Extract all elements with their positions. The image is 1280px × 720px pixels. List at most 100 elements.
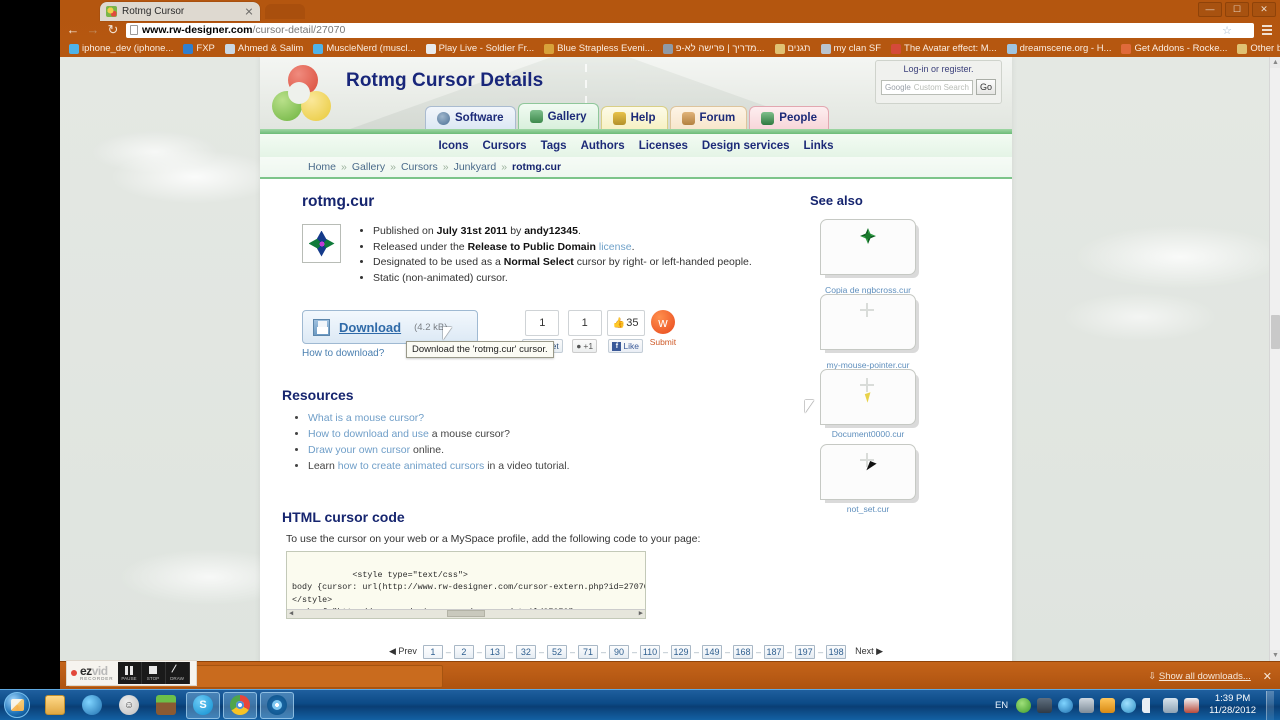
scroll-up-arrow[interactable]: ▲ xyxy=(1270,57,1280,68)
taskbar-google-chrome[interactable] xyxy=(223,691,257,719)
breadcrumb-cursors[interactable]: Cursors xyxy=(401,161,438,173)
close-icon[interactable]: ✕ xyxy=(1263,670,1272,683)
bookmark-item[interactable]: Blue Strapless Eveni... xyxy=(539,41,658,56)
subnav-licenses[interactable]: Licenses xyxy=(639,140,688,152)
see-also-item[interactable]: my-mouse-pointer.cur xyxy=(820,294,916,370)
page-link-2[interactable]: 2 xyxy=(453,644,474,659)
see-also-item[interactable]: Copia de ngbcross.cur xyxy=(820,219,916,295)
update-icon[interactable] xyxy=(1100,697,1116,713)
taskbar-daemon-tools[interactable] xyxy=(260,691,294,719)
scroll-left-arrow[interactable]: ◀ xyxy=(289,609,293,618)
scroll-down-arrow[interactable]: ▼ xyxy=(1270,650,1280,661)
show-all-downloads-link[interactable]: ⇩ Show all downloads... xyxy=(1148,671,1251,682)
stumbleupon-icon[interactable]: w xyxy=(650,310,675,335)
breadcrumb-home[interactable]: Home xyxy=(308,161,336,173)
page-link-110[interactable]: 110 xyxy=(640,644,660,659)
subnav-cursors[interactable]: Cursors xyxy=(482,140,526,152)
back-arrow-icon[interactable]: ← xyxy=(66,23,80,37)
bookmark-item[interactable]: dreamscene.org - H... xyxy=(1002,41,1117,56)
taskbar-skype[interactable]: S xyxy=(186,691,220,719)
show-desktop-button[interactable] xyxy=(1266,690,1274,720)
scroll-right-arrow[interactable]: ▶ xyxy=(639,609,643,618)
page-scrollbar[interactable]: ▲ ▼ xyxy=(1269,57,1280,661)
bookmark-item[interactable]: The Avatar effect: M... xyxy=(886,41,1002,56)
page-link-149[interactable]: 149 xyxy=(702,644,723,659)
tab-help[interactable]: Help xyxy=(600,106,668,129)
network-icon[interactable] xyxy=(1163,697,1179,713)
volume-icon[interactable] xyxy=(1184,697,1200,713)
tab-close-icon[interactable] xyxy=(244,7,254,17)
breadcrumb-junkyard[interactable]: Junkyard xyxy=(454,161,497,173)
tab-gallery[interactable]: Gallery xyxy=(517,103,599,129)
subnav-icons[interactable]: Icons xyxy=(438,140,468,152)
tab-people[interactable]: People xyxy=(749,106,829,129)
html-code-box[interactable]: <style type="text/css"> body {cursor: ur… xyxy=(286,550,646,619)
see-also-item[interactable]: Document0000.cur xyxy=(820,369,916,439)
taskbar-dog-app[interactable]: ☺ xyxy=(112,692,146,719)
subnav-links[interactable]: Links xyxy=(804,140,834,152)
address-bar[interactable]: www.rw-designer.com/cursor-detail/27070 … xyxy=(126,22,1254,38)
page-link-13[interactable]: 13 xyxy=(484,644,505,659)
page-link-71[interactable]: 71 xyxy=(577,644,598,659)
bookmark-item[interactable]: Ahmed & Salim xyxy=(220,41,308,56)
facebook-like-button[interactable]: f Like xyxy=(608,339,643,354)
browser-tab[interactable]: Rotmg Cursor xyxy=(100,2,260,21)
page-link-52[interactable]: 52 xyxy=(546,644,567,659)
page-link-198[interactable]: 198 xyxy=(826,644,847,659)
screenshot-icon[interactable] xyxy=(1037,697,1053,713)
subnav-tags[interactable]: Tags xyxy=(541,140,567,152)
code-horizontal-scrollbar[interactable]: ◀ ▶ xyxy=(287,608,645,618)
login-register-link[interactable]: Log-in or register. xyxy=(881,64,996,74)
resource-link-3[interactable]: Draw your own cursor xyxy=(308,444,410,456)
windows-start-orb[interactable] xyxy=(4,692,30,718)
bookmark-item[interactable]: Play Live - Soldier Fr... xyxy=(421,41,540,56)
page-link-90[interactable]: 90 xyxy=(608,644,629,659)
bookmark-item[interactable]: my clan SF xyxy=(816,41,887,56)
page-link-168[interactable]: 168 xyxy=(733,644,754,659)
subnav-authors[interactable]: Authors xyxy=(581,140,625,152)
next-page-button[interactable]: Next ▶ xyxy=(849,646,889,657)
security-icon[interactable] xyxy=(1058,697,1074,713)
page-scroll-thumb[interactable] xyxy=(1271,315,1280,349)
language-indicator[interactable]: EN xyxy=(995,700,1008,711)
bookmark-item[interactable]: FXP xyxy=(178,41,219,56)
tab-software[interactable]: Software xyxy=(425,106,516,129)
close-button[interactable]: ✕ xyxy=(1252,2,1276,17)
flag-icon[interactable] xyxy=(1142,697,1158,713)
ezvid-draw-button[interactable]: DRAW xyxy=(166,662,190,684)
subnav-design-services[interactable]: Design services xyxy=(702,140,790,152)
hamburger-menu-icon[interactable] xyxy=(1260,23,1274,37)
scroll-thumb[interactable] xyxy=(447,610,485,618)
resource-link-4[interactable]: how to create animated cursors xyxy=(338,460,485,472)
prev-page-button[interactable]: ◀ Prev xyxy=(383,646,423,657)
breadcrumb-gallery[interactable]: Gallery xyxy=(352,161,385,173)
how-to-download-link[interactable]: How to download? xyxy=(302,348,384,359)
page-link-187[interactable]: 187 xyxy=(764,644,785,659)
download-button[interactable]: Download (4.2 kB) xyxy=(302,310,478,345)
see-also-item[interactable]: not_set.cur xyxy=(820,444,916,514)
bookmark-item[interactable]: MuscleNerd (muscl... xyxy=(308,41,420,56)
license-link[interactable]: license xyxy=(596,241,632,253)
ezvid-stop-button[interactable]: STOP xyxy=(142,662,166,684)
minimize-button[interactable]: — xyxy=(1198,2,1222,17)
page-link-1[interactable]: 1 xyxy=(422,644,443,659)
new-tab-button[interactable] xyxy=(265,4,305,19)
stumbleupon-label[interactable]: Submit xyxy=(650,337,676,347)
reload-icon[interactable]: ↻ xyxy=(106,23,120,37)
bookmark-item[interactable]: Other bookmarks xyxy=(1232,41,1280,56)
dropbox-icon[interactable] xyxy=(1016,697,1032,713)
ezvid-pause-button[interactable]: PAUSE xyxy=(118,662,142,684)
search-go-button[interactable]: Go xyxy=(976,79,996,95)
bookmark-star-icon[interactable]: ☆ xyxy=(1222,24,1232,37)
bookmark-item[interactable]: תגנים xyxy=(770,41,816,56)
taskbar-windows-media-player[interactable] xyxy=(75,692,109,719)
taskbar-minecraft[interactable] xyxy=(149,692,183,719)
bookmark-item[interactable]: Get Addons - Rocke... xyxy=(1116,41,1232,56)
backup-icon[interactable] xyxy=(1079,697,1095,713)
page-link-197[interactable]: 197 xyxy=(795,644,816,659)
taskbar-windows-explorer[interactable] xyxy=(38,692,72,719)
bookmark-item[interactable]: מדריך | פרישה לא-פ... xyxy=(658,41,770,56)
page-link-32[interactable]: 32 xyxy=(515,644,536,659)
bookmark-item[interactable]: iphone_dev (iphone... xyxy=(64,41,178,56)
taskbar-clock[interactable]: 1:39 PM 11/28/2012 xyxy=(1209,693,1256,717)
